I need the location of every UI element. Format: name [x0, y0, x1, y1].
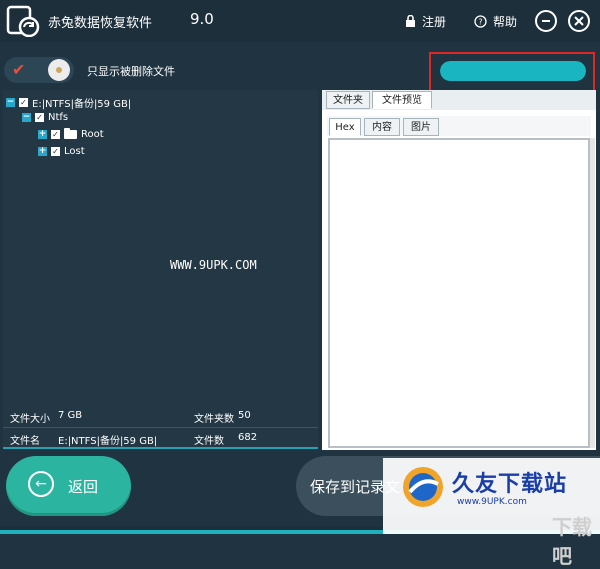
file-count-value: 682 [238, 432, 258, 443]
tab-file-preview[interactable]: 文件预览 [372, 91, 432, 109]
checkbox-checked-icon[interactable]: ✓ [51, 147, 60, 156]
checkbox-checked-icon[interactable]: ✓ [19, 98, 28, 107]
brand-name: 久友下载站 [452, 472, 568, 497]
tree-node-lost[interactable]: + ✓ Lost [38, 146, 85, 157]
lock-icon [406, 15, 415, 27]
subtab-hex[interactable]: Hex [329, 118, 361, 136]
back-arrow-icon: ← [28, 471, 54, 497]
close-icon [574, 16, 584, 26]
svg-text:?: ? [478, 18, 482, 27]
folder-count-value: 50 [238, 410, 251, 421]
register-label: 注册 [422, 15, 447, 29]
tree-ntfs-label: Ntfs [48, 112, 69, 123]
file-count-key: 文件数 [194, 436, 224, 447]
brand-logo-icon [403, 467, 443, 507]
minimize-button[interactable] [535, 10, 557, 32]
file-tree-panel [3, 90, 318, 450]
close-button[interactable] [568, 10, 590, 32]
back-button-label: 返回 [68, 478, 99, 496]
file-size-key: 文件大小 [10, 414, 50, 425]
app-title: 赤兔数据恢复软件 [48, 16, 153, 31]
help-label: 帮助 [493, 15, 518, 29]
brand-gray-text: 下载吧 [552, 515, 592, 568]
tree-lost-label: Lost [64, 146, 85, 157]
tab-folder[interactable]: 文件夹 [326, 91, 370, 109]
subtab-image[interactable]: 图片 [403, 118, 439, 136]
file-name-value: E:|NTFS|备份|59 GB| [58, 436, 158, 447]
preview-scrollbar[interactable] [590, 138, 595, 448]
collapse-icon[interactable]: − [6, 98, 15, 107]
collapse-icon[interactable]: − [22, 113, 31, 122]
info-divider [3, 427, 318, 428]
tree-node-drive[interactable]: − ✓ E:|NTFS|备份|59 GB| [6, 95, 131, 110]
help-button[interactable]: ? 帮助 [474, 13, 517, 30]
app-logo-icon [6, 5, 40, 37]
tree-node-root[interactable]: + ✓ Root [38, 128, 104, 140]
scan-progress-bar [440, 61, 587, 81]
expand-icon[interactable]: + [38, 147, 47, 156]
tree-root-label: Root [81, 129, 104, 140]
app-version: 9.0 [190, 10, 214, 28]
site-watermark-text: WWW.9UPK.COM [170, 258, 257, 272]
minimize-icon [542, 20, 550, 22]
checkbox-checked-icon[interactable]: ✓ [51, 130, 60, 139]
help-icon: ? [474, 15, 487, 28]
folder-icon [64, 128, 77, 139]
register-button[interactable]: 注册 [405, 13, 446, 30]
brand-url: www.9UPK.com [457, 497, 527, 507]
file-size-value: 7 GB [58, 410, 83, 421]
file-name-key: 文件名 [10, 436, 40, 447]
toggle-knob-dot-icon [56, 67, 62, 73]
subtab-content[interactable]: 内容 [364, 118, 400, 136]
scan-progress-fill [440, 61, 586, 81]
folder-count-key: 文件夹数 [194, 414, 234, 425]
checkbox-checked-icon[interactable]: ✓ [35, 113, 44, 122]
expand-icon[interactable]: + [38, 130, 47, 139]
info-bottom-accent [3, 447, 318, 449]
checkmark-icon: ✔ [12, 60, 26, 79]
tree-node-ntfs[interactable]: − ✓ Ntfs [22, 112, 68, 123]
preview-content-area[interactable] [328, 138, 590, 448]
show-deleted-label: 只显示被删除文件 [87, 65, 175, 78]
tree-drive-label: E:|NTFS|备份|59 GB| [32, 99, 132, 110]
